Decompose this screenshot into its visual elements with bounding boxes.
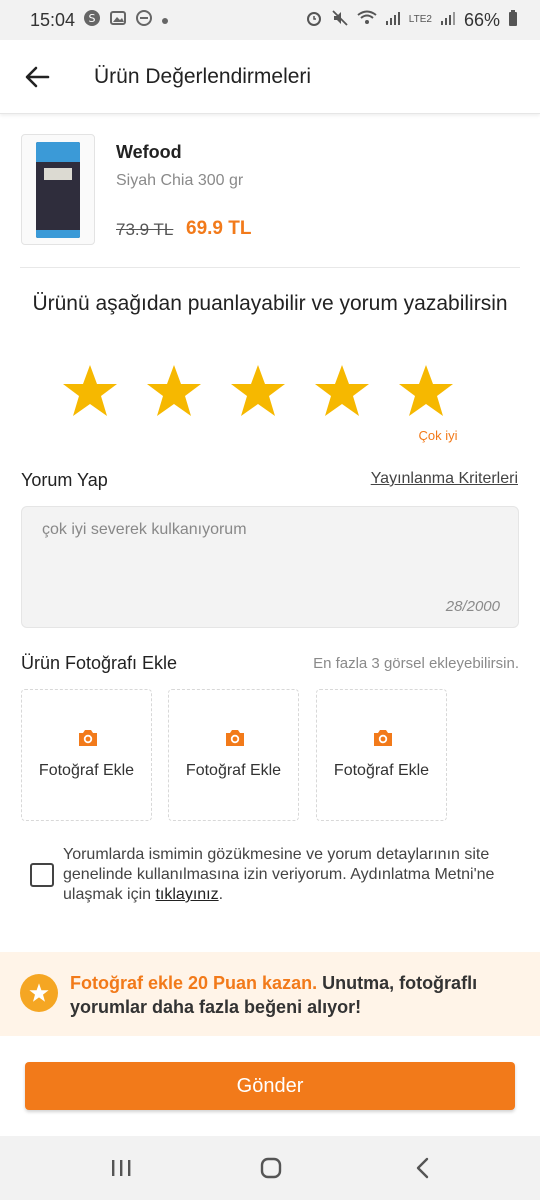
comment-textarea[interactable]: çok iyi severek kulkanıyorum 28/2000 (21, 506, 519, 628)
add-photo-slot-3[interactable]: Fotoğraf Ekle (316, 689, 447, 821)
status-bar-left: 15:04 S (30, 9, 169, 31)
product-old-price: 73.9 TL (116, 220, 174, 239)
star-icon (399, 365, 453, 416)
gallery-icon (109, 9, 127, 31)
product-package-image (36, 141, 80, 238)
add-photo-slot-1[interactable]: Fotoğraf Ekle (21, 689, 152, 821)
banner-text: Fotoğraf ekle 20 Puan kazan. Unutma, fot… (70, 971, 525, 1019)
star-icon (63, 365, 117, 416)
arrow-left-icon (25, 66, 50, 87)
publishing-criteria-link[interactable]: Yayınlanma Kriterleri (340, 470, 518, 488)
signal-2-icon (440, 11, 456, 29)
rating-label: Çok iyi (418, 428, 458, 443)
wifi-icon (357, 10, 377, 30)
star-4[interactable] (312, 362, 372, 422)
consent-link[interactable]: tıklayınız (155, 886, 218, 903)
dot-icon (161, 12, 169, 29)
add-photo-slot-2[interactable]: Fotoğraf Ekle (168, 689, 299, 821)
rating-prompt: Ürünü aşağıdan puanlayabilir ve yorum ya… (32, 292, 508, 315)
consent-text: Yorumlarda ismimin gözükmesine ve yorum … (63, 845, 513, 905)
battery-percent: 66% (463, 9, 500, 30)
product-image (21, 134, 95, 245)
home-button[interactable] (254, 1152, 288, 1184)
consent-row: Yorumlarda ismimin gözükmesine ve yorum … (30, 845, 510, 909)
consent-checkbox[interactable] (30, 863, 54, 887)
svg-text:S: S (89, 12, 96, 25)
star-icon (231, 365, 285, 416)
photo-limit-hint: En fazla 3 görsel ekleyebilirsin. (313, 655, 519, 672)
consent-suffix: . (218, 886, 224, 903)
product-brand: Wefood (116, 142, 182, 162)
points-banner: Fotoğraf ekle 20 Puan kazan. Unutma, fot… (0, 952, 540, 1036)
product-name: Siyah Chia 300 gr (116, 172, 244, 189)
add-photo-label: Fotoğraf Ekle (38, 762, 135, 779)
star-1[interactable] (60, 362, 120, 422)
star-icon (315, 365, 369, 416)
signal-icon (385, 11, 401, 29)
status-time: 15:04 (30, 9, 76, 30)
network-label: LTE2 (408, 14, 432, 25)
add-photo-label: Fotoğraf Ekle (333, 762, 430, 779)
star-3[interactable] (228, 362, 288, 422)
star-5[interactable] (396, 362, 456, 422)
comment-section-title: Yorum Yap (21, 470, 108, 490)
status-bar-right: LTE2 66% (305, 9, 518, 31)
camera-icon (79, 730, 97, 746)
status-bar: 15:04 S LTE2 66% (0, 0, 540, 40)
star-rating[interactable] (60, 362, 480, 424)
star-badge-icon (20, 974, 58, 1012)
mute-icon (331, 9, 349, 31)
recent-apps-button[interactable] (104, 1152, 138, 1184)
app-bar: Ürün Değerlendirmeleri (0, 40, 540, 114)
page-title: Ürün Değerlendirmeleri (94, 64, 312, 88)
camera-icon (374, 730, 392, 746)
comment-text: çok iyi severek kulkanıyorum (42, 521, 247, 538)
product-new-price: 69.9 TL (186, 218, 252, 239)
character-counter: 28/2000 (445, 598, 500, 615)
sync-icon (135, 9, 153, 31)
chevron-left-icon (416, 1157, 429, 1179)
photo-section-title: Ürün Fotoğrafı Ekle (21, 653, 178, 673)
banner-highlight: Fotoğraf ekle 20 Puan kazan. (70, 973, 318, 993)
camera-icon (226, 730, 244, 746)
system-nav-bar (0, 1136, 540, 1200)
star-2[interactable] (144, 362, 204, 422)
back-button[interactable] (0, 40, 74, 114)
submit-button[interactable]: Gönder (25, 1062, 515, 1110)
recent-apps-icon (112, 1160, 131, 1176)
notification-icon: S (83, 9, 101, 31)
add-photo-label: Fotoğraf Ekle (185, 762, 282, 779)
product-summary: Wefood Siyah Chia 300 gr 73.9 TL 69.9 TL (20, 134, 520, 268)
consent-body: Yorumlarda ismimin gözükmesine ve yorum … (63, 846, 495, 903)
back-nav-button[interactable] (406, 1152, 440, 1184)
home-icon (260, 1157, 282, 1179)
battery-icon (508, 10, 518, 30)
star-icon (147, 365, 201, 416)
alarm-icon (305, 9, 323, 31)
